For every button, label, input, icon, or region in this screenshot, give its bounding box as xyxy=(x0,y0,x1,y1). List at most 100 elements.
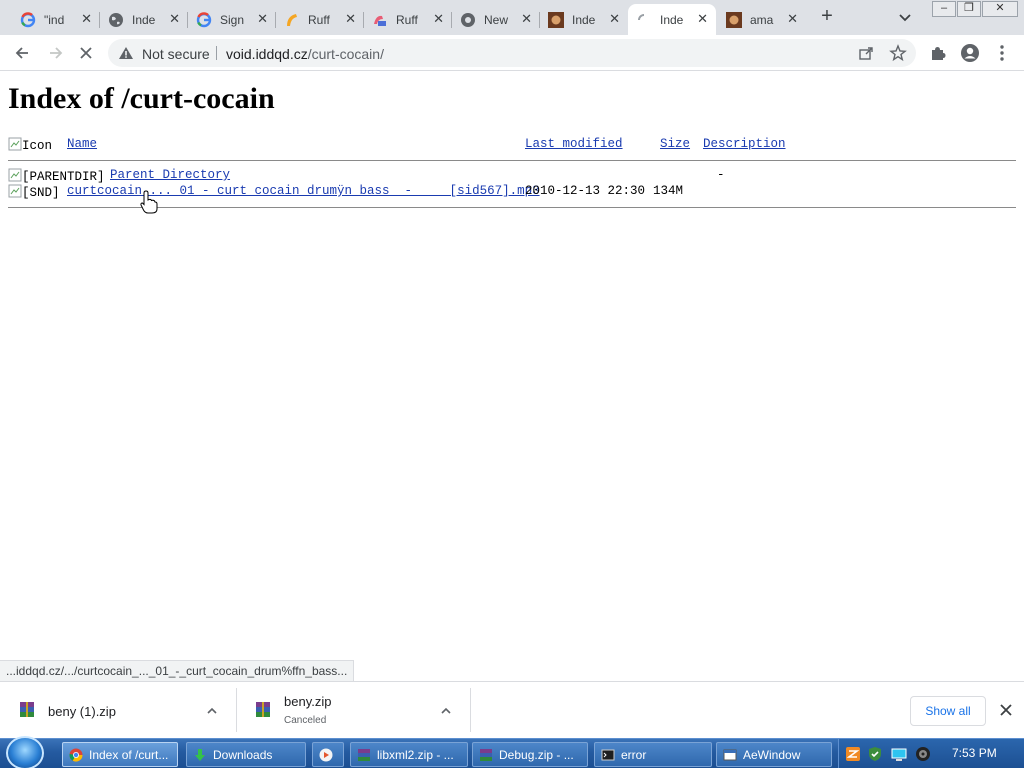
browser-tab[interactable]: Ruff ✕ xyxy=(276,4,364,35)
chevron-up-icon[interactable] xyxy=(440,704,452,716)
restore-button[interactable]: ❐ xyxy=(957,1,981,17)
task-label: error xyxy=(621,747,647,762)
tab-title: Sign xyxy=(220,12,245,27)
sort-by-description-link[interactable]: Description xyxy=(703,137,786,151)
winrar-icon xyxy=(18,701,36,719)
winrar-icon xyxy=(254,701,272,719)
back-button[interactable] xyxy=(10,41,34,65)
taskbar-item-downloads[interactable]: Downloads xyxy=(186,742,306,767)
close-tab-icon[interactable]: ✕ xyxy=(787,12,798,26)
taskbar-item-error[interactable]: error xyxy=(594,742,712,767)
close-tab-icon[interactable]: ✕ xyxy=(609,12,620,26)
table-row: [PARENTDIR] xyxy=(8,168,105,184)
close-tab-icon[interactable]: ✕ xyxy=(345,12,356,26)
google-icon xyxy=(20,11,36,28)
parent-directory-link[interactable]: Parent Directory xyxy=(110,168,230,182)
close-icon xyxy=(80,47,92,59)
more-menu-icon[interactable] xyxy=(992,43,1012,63)
tab-title: Ruff xyxy=(308,12,330,27)
task-label: AeWindow xyxy=(743,747,801,762)
ruffle-icon xyxy=(372,12,388,28)
extensions-puzzle-icon[interactable] xyxy=(928,43,948,63)
taskbar: Index of /curt... Downloads libxml2.zip … xyxy=(0,736,1024,768)
minimize-button[interactable]: – xyxy=(932,1,956,17)
download-filename: beny.zip xyxy=(284,694,332,709)
taskbar-clock[interactable]: 7:53 PM xyxy=(952,746,997,760)
speaker-icon[interactable] xyxy=(915,746,931,762)
taskbar-item-debug-zip[interactable]: Debug.zip - ... xyxy=(472,742,588,767)
stop-loading-button[interactable] xyxy=(74,41,98,65)
browser-tab[interactable]: Inde ✕ xyxy=(540,4,628,35)
security-label[interactable]: Not secure xyxy=(142,46,210,62)
tab-title: "ind xyxy=(44,12,65,27)
google-icon xyxy=(196,11,212,28)
taskbar-item-aewindow[interactable]: AeWindow xyxy=(716,742,832,767)
downloads-icon xyxy=(193,748,207,762)
display-icon[interactable] xyxy=(891,746,907,762)
avatar-icon xyxy=(548,11,564,28)
download-item[interactable]: beny.zip Canceled xyxy=(236,682,470,739)
taskbar-item-chrome[interactable]: Index of /curt... xyxy=(62,742,178,767)
browser-tab[interactable]: ama ✕ xyxy=(718,4,806,35)
download-shelf: beny (1).zip beny.zip Canceled Show all xyxy=(0,681,1024,738)
window-icon xyxy=(723,748,737,762)
chrome-icon xyxy=(69,748,83,762)
row-size: 134M xyxy=(653,184,684,198)
close-tab-icon[interactable]: ✕ xyxy=(81,12,92,26)
divider xyxy=(8,207,1016,208)
bookmark-star-icon[interactable] xyxy=(888,43,908,63)
tab-title: Inde xyxy=(660,12,684,27)
download-item[interactable]: beny (1).zip xyxy=(0,682,236,739)
taskbar-item-media-player[interactable] xyxy=(312,742,344,767)
tray-app-icon[interactable] xyxy=(845,746,861,762)
close-tab-icon[interactable]: ✕ xyxy=(257,12,268,26)
url-path: /curt-cocain/ xyxy=(307,46,384,62)
forward-button[interactable] xyxy=(44,41,68,65)
close-tab-icon[interactable]: ✕ xyxy=(433,12,444,26)
task-label: Index of /curt... xyxy=(89,747,169,762)
new-tab-button[interactable]: + xyxy=(816,6,838,28)
share-icon[interactable] xyxy=(856,43,876,63)
profile-avatar-icon[interactable] xyxy=(960,43,980,63)
row-modified: 2010-12-13 22:30 xyxy=(525,184,646,198)
taskbar-item-libxml2[interactable]: libxml2.zip - ... xyxy=(350,742,468,767)
browser-tab[interactable]: Inde ✕ xyxy=(100,4,188,35)
sort-by-last-modified-link[interactable]: Last modified xyxy=(525,137,623,151)
chevron-down-icon[interactable] xyxy=(896,8,914,26)
sort-by-size-link[interactable]: Size xyxy=(660,137,690,151)
browser-tab[interactable]: Ruff ✕ xyxy=(364,4,452,35)
address-bar[interactable]: Not secure void.iddqd.cz/curt-cocain/ xyxy=(108,39,916,67)
sort-by-name-link[interactable]: Name xyxy=(67,137,97,151)
url-text[interactable]: void.iddqd.cz/curt-cocain/ xyxy=(226,46,384,62)
show-all-button[interactable]: Show all xyxy=(910,696,986,726)
task-label: Debug.zip - ... xyxy=(499,747,574,762)
close-window-button[interactable]: ✕ xyxy=(982,1,1018,17)
file-link[interactable]: curtcocain_..._01_-_curt_cocain_drumÿn_b… xyxy=(67,184,540,198)
warning-icon[interactable] xyxy=(118,45,134,61)
status-bubble: ...iddqd.cz/.../curtcocain_..._01_-_curt… xyxy=(0,660,355,682)
chevron-up-icon[interactable] xyxy=(206,704,218,716)
table-row: [SND] xyxy=(8,184,60,200)
browser-tab[interactable]: Sign ✕ xyxy=(188,4,276,35)
browser-tab-active[interactable]: Inde ✕ xyxy=(628,4,716,35)
row-icon-alt: [PARENTDIR] xyxy=(22,170,105,184)
divider xyxy=(8,160,1016,161)
start-button[interactable] xyxy=(6,736,44,768)
console-icon xyxy=(601,748,615,762)
close-tab-icon[interactable]: ✕ xyxy=(697,12,708,26)
hand-cursor-icon xyxy=(140,190,158,214)
browser-tab[interactable]: New ✕ xyxy=(452,4,540,35)
row-size: - xyxy=(717,168,725,182)
browser-tab[interactable]: "ind ✕ xyxy=(12,4,100,35)
media-player-icon xyxy=(319,748,333,762)
tab-strip: "ind ✕ Inde ✕ Sign ✕ Ruff ✕ Ruff ✕ New ✕… xyxy=(0,0,1024,35)
row-icon-alt: [SND] xyxy=(22,186,60,200)
close-tab-icon[interactable]: ✕ xyxy=(521,12,532,26)
browser-toolbar: Not secure void.iddqd.cz/curt-cocain/ xyxy=(0,35,1024,71)
page-title: Index of /curt-cocain xyxy=(8,82,275,115)
page-content: Index of /curt-cocain Icon Name Last mod… xyxy=(0,72,1024,662)
globe-icon xyxy=(108,12,124,28)
close-icon[interactable] xyxy=(998,702,1014,718)
close-tab-icon[interactable]: ✕ xyxy=(169,12,180,26)
security-shield-icon[interactable] xyxy=(867,746,883,762)
